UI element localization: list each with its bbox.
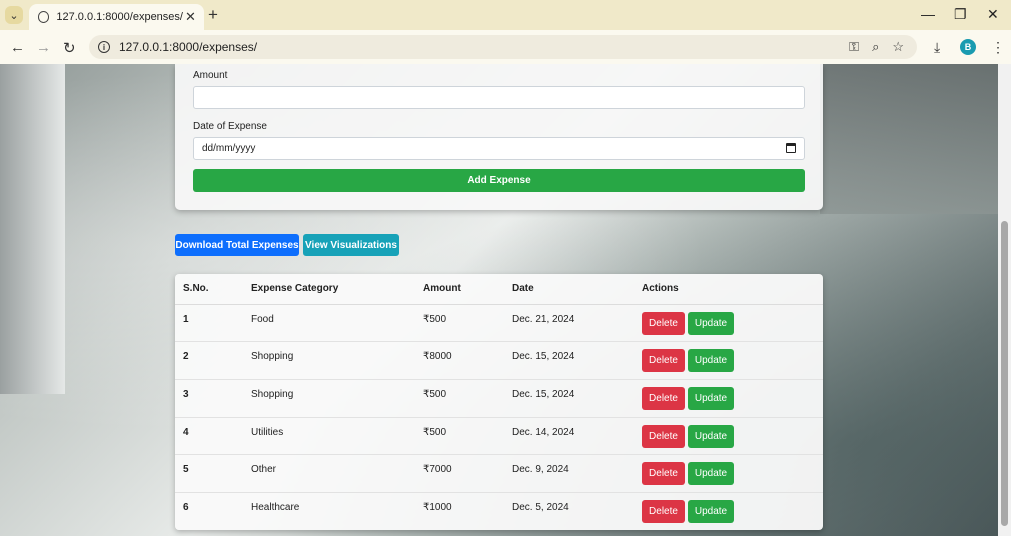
cell-date: Dec. 5, 2024	[512, 501, 569, 513]
cell-amount: ₹1000	[423, 501, 452, 513]
update-button[interactable]: Update	[688, 349, 734, 373]
calendar-icon[interactable]	[786, 143, 796, 153]
download-total-expenses-button[interactable]: Download Total Expenses	[175, 234, 299, 256]
cell-sno: 3	[175, 379, 243, 418]
reload-icon[interactable]: ↻	[63, 39, 76, 57]
table-row: 5 Other ₹7000 Dec. 9, 2024 Delete Update	[175, 454, 823, 493]
expenses-table: S.No. Expense Category Amount Date Actio…	[175, 274, 823, 530]
header-category: Expense Category	[243, 274, 415, 305]
header-sno: S.No.	[175, 274, 243, 305]
date-input[interactable]: dd/mm/yyyy	[193, 137, 805, 160]
update-button[interactable]: Update	[688, 499, 734, 523]
table-row: 1 Food ₹500 Dec. 21, 2024 Delete Update	[175, 304, 823, 343]
cell-sno: 6	[183, 501, 189, 513]
menu-icon[interactable]: ⋮	[991, 39, 1005, 56]
tab-search-icon[interactable]: ⌄	[5, 6, 23, 24]
scrollbar-thumb[interactable]	[1001, 221, 1008, 526]
table-header-row: S.No. Expense Category Amount Date Actio…	[175, 274, 823, 305]
cell-category: Utilities	[243, 417, 415, 456]
restore-icon[interactable]: ❐	[954, 6, 967, 23]
zoom-icon[interactable]: ⌕	[872, 39, 879, 55]
back-icon[interactable]: ←	[10, 39, 25, 56]
forward-icon[interactable]: →	[36, 39, 51, 56]
delete-button[interactable]: Delete	[642, 311, 685, 335]
cell-date: Dec. 21, 2024	[504, 304, 634, 343]
expenses-table-card: S.No. Expense Category Amount Date Actio…	[175, 274, 823, 530]
close-tab-icon[interactable]: ✕	[183, 9, 198, 25]
date-label: Date of Expense	[193, 121, 267, 132]
cell-date: Dec. 14, 2024	[504, 417, 634, 456]
download-icon[interactable]: ⤓	[934, 39, 940, 56]
password-key-icon[interactable]: ⚿	[849, 39, 859, 55]
cell-actions: Delete Update	[634, 417, 823, 456]
cell-amount: ₹500	[415, 304, 504, 343]
bookmark-star-icon[interactable]: ☆	[892, 39, 904, 55]
header-actions: Actions	[634, 274, 823, 305]
update-button[interactable]: Update	[688, 424, 734, 448]
cell-category: Healthcare	[251, 501, 300, 513]
cell-sno: 2	[175, 341, 243, 380]
amount-label: Amount	[193, 70, 228, 81]
tab-title: 127.0.0.1:8000/expenses/	[56, 11, 183, 23]
cell-date: Dec. 15, 2024	[504, 341, 634, 380]
background-image-shade	[820, 64, 998, 214]
cell-amount: ₹500	[415, 379, 504, 418]
page-viewport: Amount Date of Expense dd/mm/yyyy Add Ex…	[0, 64, 998, 536]
browser-tab[interactable]: 127.0.0.1:8000/expenses/ ✕	[29, 4, 204, 30]
cell-actions: Delete Update	[634, 379, 823, 418]
cell-category: Shopping	[243, 341, 415, 380]
cell-actions: Delete Update	[634, 304, 823, 343]
amount-input[interactable]	[193, 86, 805, 109]
delete-button[interactable]: Delete	[642, 386, 685, 410]
delete-button[interactable]: Delete	[642, 349, 685, 373]
delete-button[interactable]: Delete	[642, 424, 685, 448]
background-image	[0, 64, 65, 394]
page-scrollbar[interactable]	[998, 64, 1011, 536]
cell-amount: ₹8000	[415, 341, 504, 380]
table-row: 3 Shopping ₹500 Dec. 15, 2024 Delete Upd…	[175, 379, 823, 418]
cell-sno: 4	[175, 417, 243, 456]
cell-actions: Delete Update	[634, 341, 823, 380]
cell-category: Other	[243, 454, 415, 493]
minimize-icon[interactable]: —	[921, 6, 935, 22]
view-visualizations-button[interactable]: View Visualizations	[303, 234, 399, 256]
delete-button[interactable]: Delete	[642, 499, 685, 523]
table-row: 4 Utilities ₹500 Dec. 14, 2024 Delete Up…	[175, 417, 823, 456]
header-date: Date	[504, 274, 634, 305]
globe-icon	[38, 11, 50, 23]
expense-form-card: Amount Date of Expense dd/mm/yyyy Add Ex…	[175, 64, 823, 210]
date-placeholder: dd/mm/yyyy	[202, 143, 256, 154]
cell-amount: ₹500	[415, 417, 504, 456]
browser-toolbar: ← → ↻ i 127.0.0.1:8000/expenses/ ⚿ ⌕ ☆ ⤓…	[0, 30, 1011, 64]
cell-actions: Delete Update	[634, 454, 823, 493]
update-button[interactable]: Update	[688, 311, 734, 335]
browser-tab-strip: ⌄ 127.0.0.1:8000/expenses/ ✕ + — ❐ ✕	[0, 0, 1011, 30]
cell-date: Dec. 9, 2024	[504, 454, 634, 493]
close-window-icon[interactable]: ✕	[987, 6, 999, 23]
cell-actions: Delete Update	[634, 492, 823, 530]
profile-avatar[interactable]: B	[960, 39, 976, 55]
address-bar[interactable]: i 127.0.0.1:8000/expenses/ ⚿ ⌕ ☆	[89, 35, 917, 59]
update-button[interactable]: Update	[688, 386, 734, 410]
table-row: 2 Shopping ₹8000 Dec. 15, 2024 Delete Up…	[175, 341, 823, 380]
url-text: 127.0.0.1:8000/expenses/	[119, 40, 258, 54]
add-expense-button[interactable]: Add Expense	[193, 169, 805, 192]
new-tab-icon[interactable]: +	[208, 5, 218, 25]
delete-button[interactable]: Delete	[642, 462, 685, 486]
cell-sno: 1	[175, 304, 243, 343]
site-info-icon[interactable]: i	[98, 41, 110, 53]
update-button[interactable]: Update	[688, 462, 734, 486]
table-row: 6 Healthcare ₹1000 Dec. 5, 2024 Delete U…	[175, 492, 823, 530]
header-amount: Amount	[415, 274, 504, 305]
cell-sno: 5	[175, 454, 243, 493]
cell-category: Food	[243, 304, 415, 343]
cell-date: Dec. 15, 2024	[504, 379, 634, 418]
cell-category: Shopping	[243, 379, 415, 418]
cell-amount: ₹7000	[415, 454, 504, 493]
